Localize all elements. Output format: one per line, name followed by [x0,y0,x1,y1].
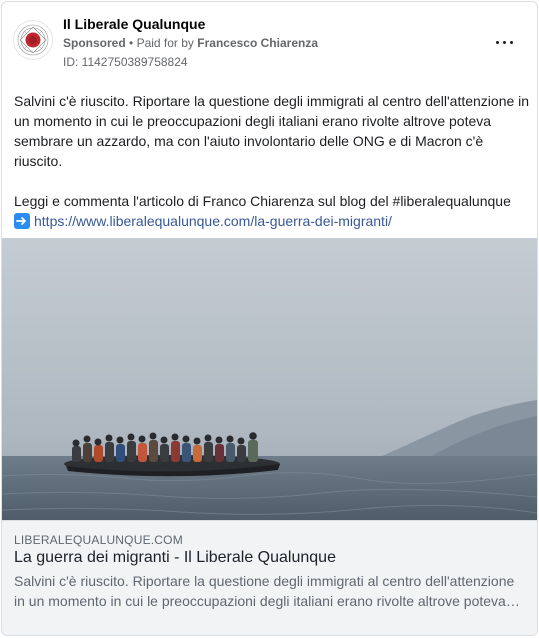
liberale-logo-icon [17,24,49,56]
ad-id: ID: 1142750389758824 [63,55,188,69]
page-avatar[interactable] [13,20,53,60]
page-name[interactable]: Il Liberale Qualunque [63,16,205,32]
link-preview[interactable]: LIBERALEQUALUNQUE.COM La guerra dei migr… [2,520,537,635]
post-paragraph-1: Salvini c'è riuscito. Riportare la quest… [14,93,530,169]
sponsored-label[interactable]: Sponsored [63,36,126,50]
preview-description-line-2: in un momento in cui le preoccupazioni d… [14,593,520,609]
more-options-icon [496,41,499,44]
more-options-button[interactable] [493,32,517,52]
preview-description: Salvini c'è riuscito. Riportare la quest… [14,571,524,611]
post-header: Il Liberale Qualunque Sponsored • Paid f… [2,2,537,82]
preview-description-line-1: Salvini c'è riuscito. Riportare la quest… [14,573,515,589]
sponsored-line: Sponsored • Paid for by Francesco Chiare… [63,36,318,50]
preview-domain: LIBERALEQUALUNQUE.COM [14,533,183,547]
more-dot [510,41,513,44]
payer-name: Francesco Chiarenza [197,36,318,50]
meta-bullet: • [129,36,134,50]
post-link[interactable]: https://www.liberalequalunque.com/la-gue… [34,213,392,229]
article-photo[interactable] [2,238,537,520]
paid-for-label: Paid for by [136,36,194,50]
post-link-row: https://www.liberalequalunque.com/la-gue… [14,211,530,231]
post-text: Salvini c'è riuscito. Riportare la quest… [14,91,530,231]
ad-card: Il Liberale Qualunque Sponsored • Paid f… [1,1,538,636]
more-dot [503,41,506,44]
right-arrow-emoji-icon [14,213,30,229]
preview-title[interactable]: La guerra dei migranti - Il Liberale Qua… [14,549,336,567]
post-paragraph-2: Leggi e commenta l'articolo di Franco Ch… [14,193,511,209]
